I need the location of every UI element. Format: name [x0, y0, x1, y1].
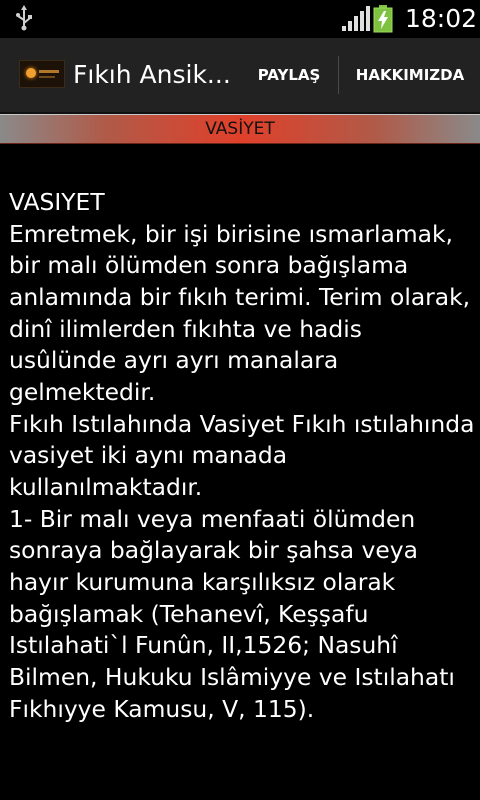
battery-charging-icon — [373, 5, 393, 33]
status-bar: 18:02 — [0, 0, 480, 38]
share-button[interactable]: PAYLAŞ — [242, 38, 336, 112]
section-title: VASİYET — [205, 119, 275, 139]
app-title: Fıkıh Ansik... — [73, 60, 231, 89]
article-body: VASIYET Emretmek, bir işi birisine ısmar… — [9, 188, 475, 723]
signal-icon — [342, 6, 370, 31]
section-header: VASİYET — [0, 114, 480, 144]
action-divider — [338, 56, 339, 94]
about-button[interactable]: HAKKIMIZDA — [342, 38, 478, 112]
status-clock: 18:02 — [405, 4, 478, 33]
action-bar: Fıkıh Ansik... PAYLAŞ HAKKIMIZDA — [0, 38, 480, 114]
app-logo-icon[interactable] — [19, 60, 65, 88]
usb-icon — [16, 5, 32, 31]
